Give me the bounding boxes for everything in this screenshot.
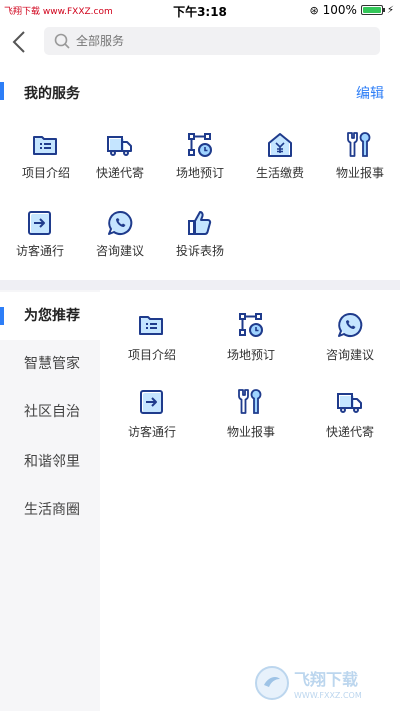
- recommend-item[interactable]: 咨询建议: [300, 310, 400, 363]
- sidebar-item-community[interactable]: 社区自治: [0, 388, 100, 436]
- tools-icon: [345, 130, 375, 160]
- recommend-label: 快递代寄: [325, 425, 374, 439]
- sidebar-item-recommend[interactable]: 为您推荐: [0, 292, 100, 340]
- battery-icon: [360, 5, 385, 15]
- service-item[interactable]: 快递代寄: [80, 130, 160, 181]
- sidebar-item-shopping[interactable]: 生活商圈: [0, 486, 100, 534]
- service-label: 快递代寄: [95, 166, 144, 180]
- chat-phone-icon: [335, 310, 365, 340]
- folder-list-icon: [31, 130, 61, 160]
- recommend-label: 访客通行: [127, 425, 176, 439]
- search-icon: [54, 33, 70, 49]
- watermark-url: WWW.FXXZ.COM: [294, 691, 362, 700]
- back-arrow-icon[interactable]: [8, 28, 32, 56]
- service-label: 物业报事: [335, 166, 384, 180]
- nav-bar: [0, 22, 400, 62]
- service-item[interactable]: 场地预订: [160, 130, 240, 181]
- status-bar: 飞翔下载 www.FXXZ.com 下午3:18 ⊛ 100% ⚡: [0, 0, 400, 22]
- delivery-truck-icon: [335, 387, 365, 417]
- recommend-item[interactable]: 场地预订: [201, 310, 301, 363]
- service-item[interactable]: 项目介绍: [6, 130, 86, 181]
- watermark-logo: 飞翔下载 WWW.FXXZ.COM: [254, 663, 394, 703]
- recommend-label: 咨询建议: [325, 348, 374, 362]
- service-item[interactable]: 咨询建议: [80, 208, 160, 259]
- tools-icon: [236, 387, 266, 417]
- my-services-section: 我的服务 编辑 项目介绍 快递代寄 场地预订 生活缴费 物业报事 访客通行 咨询…: [0, 64, 400, 280]
- my-services-title: 我的服务: [24, 86, 80, 102]
- venue-clock-icon: [185, 130, 215, 160]
- recommend-item[interactable]: 物业报事: [201, 387, 301, 440]
- service-label: 场地预订: [175, 166, 224, 180]
- recommend-item[interactable]: 项目介绍: [102, 310, 202, 363]
- recommend-item[interactable]: 快递代寄: [300, 387, 400, 440]
- house-yen-icon: [265, 130, 295, 160]
- chat-phone-icon: [105, 208, 135, 238]
- recommend-grid: 项目介绍 场地预订 咨询建议 访客通行 物业报事 快递代寄: [100, 290, 400, 711]
- recommend-label: 物业报事: [226, 425, 275, 439]
- orientation-lock-icon: ⊛: [309, 3, 319, 17]
- service-label: 生活缴费: [255, 166, 304, 180]
- recommend-label: 项目介绍: [127, 348, 176, 362]
- service-item[interactable]: 生活缴费: [240, 130, 320, 181]
- service-label: 投诉表扬: [175, 244, 224, 258]
- search-input[interactable]: [76, 34, 356, 48]
- service-item[interactable]: 访客通行: [0, 208, 80, 259]
- battery-percent: 100%: [322, 3, 357, 17]
- delivery-truck-icon: [105, 130, 135, 160]
- visitor-door-icon: [25, 208, 55, 238]
- charging-icon: ⚡: [386, 4, 394, 16]
- section-divider: [0, 280, 400, 290]
- status-right: ⊛ 100% ⚡: [309, 3, 394, 17]
- section-accent-bar: [0, 82, 4, 100]
- service-label: 访客通行: [15, 244, 64, 258]
- category-sidebar: 为您推荐 智慧管家 社区自治 和谐邻里 生活商圈: [0, 290, 100, 711]
- recommend-item[interactable]: 访客通行: [102, 387, 202, 440]
- fxxz-logo-icon: 飞翔下载 WWW.FXXZ.COM: [255, 666, 362, 700]
- visitor-door-icon: [137, 387, 167, 417]
- thumbs-up-icon: [185, 208, 215, 238]
- sidebar-item-neighbors[interactable]: 和谐邻里: [0, 438, 100, 486]
- recommend-label: 场地预订: [226, 348, 275, 362]
- watermark-text: 飞翔下载: [294, 670, 358, 689]
- sidebar-item-smart-butler[interactable]: 智慧管家: [0, 340, 100, 388]
- service-item[interactable]: 投诉表扬: [160, 208, 240, 259]
- service-label: 项目介绍: [21, 166, 70, 180]
- service-label: 咨询建议: [95, 244, 144, 258]
- service-item[interactable]: 物业报事: [320, 130, 400, 181]
- edit-button[interactable]: 编辑: [356, 83, 384, 103]
- folder-list-icon: [137, 310, 167, 340]
- venue-clock-icon: [236, 310, 266, 340]
- search-box[interactable]: [44, 27, 380, 55]
